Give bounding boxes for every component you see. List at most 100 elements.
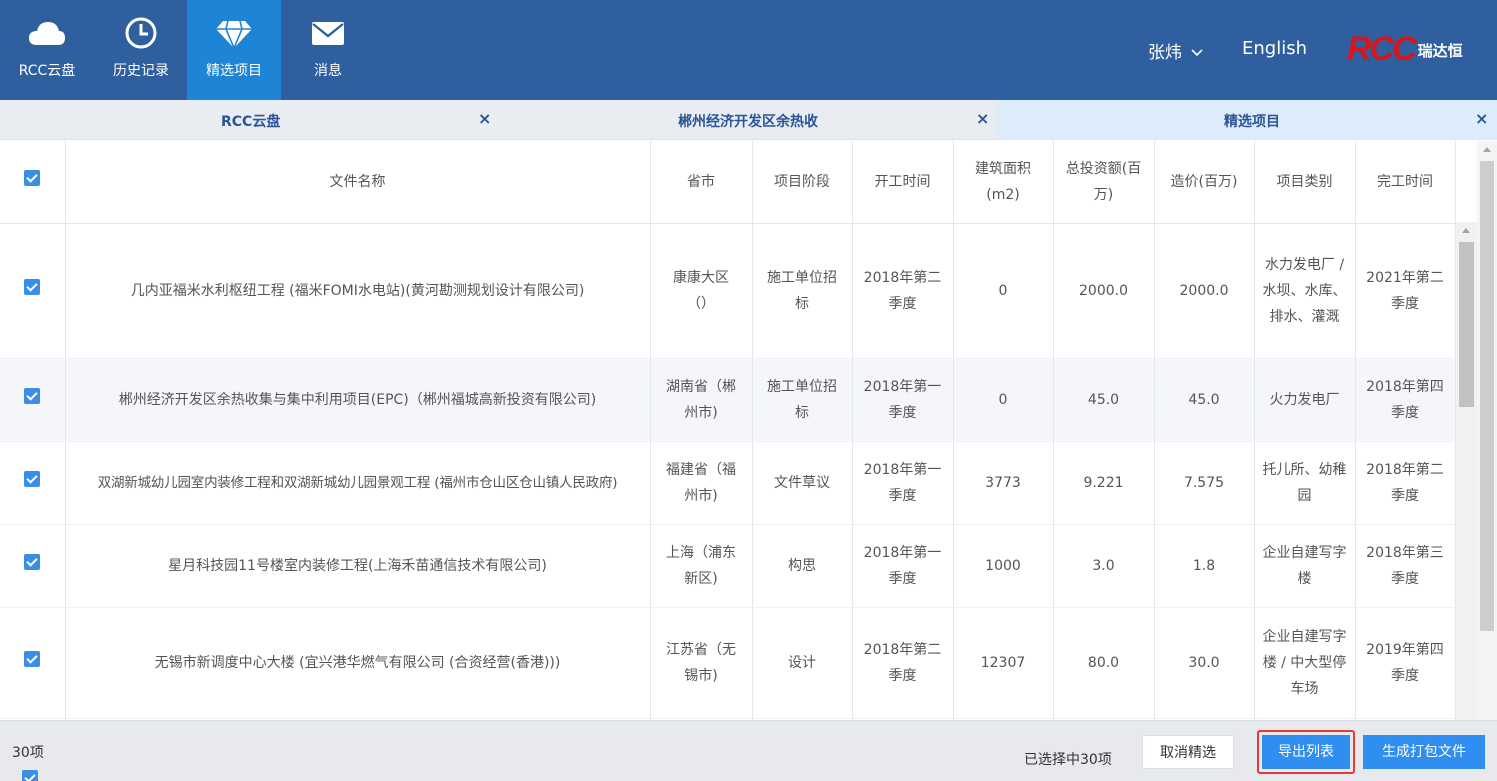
column-header[interactable]: 建筑面积(m2)	[953, 141, 1054, 224]
stage-cell: 设计	[752, 607, 853, 719]
stage-cell: 施工单位招标	[752, 223, 853, 359]
footer-select-all-checkbox[interactable]	[22, 770, 38, 781]
generate-package-button[interactable]: 生成打包文件	[1363, 735, 1485, 769]
cost-cell: 45.0	[1154, 358, 1255, 442]
file-name-cell[interactable]: 几内亚福米水利枢纽工程 (福米FOMI水电站)(黄河勘测规划设计有限公司)	[65, 223, 651, 359]
start-cell: 2018年第一季度	[852, 358, 954, 442]
table-row[interactable]: 双湖新城幼儿园室内装修工程和双湖新城幼儿园景观工程 (福州市仓山区仓山镇人民政府…	[0, 441, 1456, 525]
nav-item-featured[interactable]: 精选项目	[187, 0, 281, 100]
selected-count: 已选择中30项	[1024, 752, 1112, 768]
file-name-cell[interactable]: 双湖新城幼儿园室内装修工程和双湖新城幼儿园景观工程 (福州市仓山区仓山镇人民政府…	[65, 441, 651, 525]
column-header[interactable]: 总投资额(百万)	[1053, 141, 1155, 224]
stage-cell: 施工单位招标	[752, 358, 853, 442]
row-select-cell	[0, 358, 66, 442]
cost-cell: 30.0	[1154, 607, 1255, 719]
row-checkbox[interactable]	[24, 650, 41, 667]
rcc-logo: RCC 瑞达恒	[1347, 30, 1463, 70]
select-all-checkbox[interactable]	[24, 169, 41, 186]
row-checkbox[interactable]	[24, 470, 41, 487]
close-icon[interactable]: ×	[1475, 109, 1488, 128]
column-header[interactable]: 省市	[650, 141, 753, 224]
page-scrollbar[interactable]	[1477, 141, 1497, 720]
table-row[interactable]: 几内亚福米水利枢纽工程 (福米FOMI水电站)(黄河勘测规划设计有限公司) 康康…	[0, 223, 1456, 359]
tab-rcc-cloud[interactable]: RCC云盘 ×	[0, 100, 498, 140]
province-cell: 福建省（福州市)	[650, 441, 753, 525]
table-scrollbar[interactable]	[1456, 222, 1477, 720]
start-cell: 2018年第二季度	[852, 223, 954, 359]
tab-chenzhou[interactable]: 郴州经济开发区余热收 ×	[498, 100, 997, 140]
category-cell: 水力发电厂 / 水坝、水库、排水、灌溉	[1254, 223, 1356, 359]
close-icon[interactable]: ×	[976, 109, 989, 128]
start-cell: 2018年第一季度	[852, 524, 954, 608]
start-cell: 2018年第二季度	[852, 607, 954, 719]
export-list-button[interactable]: 导出列表	[1262, 735, 1350, 769]
mail-icon	[312, 22, 344, 45]
cloud-icon	[29, 22, 65, 45]
language-switch[interactable]: English	[1242, 38, 1307, 59]
tab-label: RCC云盘	[221, 114, 281, 130]
cancel-featured-button[interactable]: 取消精选	[1142, 735, 1234, 769]
area-cell: 0	[953, 223, 1054, 359]
tab-featured[interactable]: 精选项目 ×	[997, 100, 1497, 140]
nav-label: 精选项目	[206, 63, 262, 79]
scroll-up-icon[interactable]	[1462, 228, 1470, 233]
project-table: 文件名称 省市 项目阶段 开工时间 建筑面积(m2) 总投资额(百万) 造价(百…	[0, 141, 1457, 720]
nav-item-messages[interactable]: 消息	[281, 0, 375, 100]
select-all-cell	[0, 141, 66, 224]
nav-label: 消息	[314, 63, 342, 79]
scrollbar-thumb[interactable]	[1459, 242, 1474, 407]
province-cell: 上海（浦东新区)	[650, 524, 753, 608]
nav-item-history[interactable]: 历史记录	[94, 0, 188, 100]
row-checkbox[interactable]	[24, 278, 41, 295]
province-cell: 江苏省（无锡市)	[650, 607, 753, 719]
column-header[interactable]: 文件名称	[65, 141, 651, 224]
area-cell: 3773	[953, 441, 1054, 525]
investment-cell: 2000.0	[1053, 223, 1155, 359]
scrollbar-thumb[interactable]	[1480, 161, 1494, 631]
finish-cell: 2018年第二季度	[1355, 441, 1456, 525]
investment-cell: 45.0	[1053, 358, 1155, 442]
table-row[interactable]: 星月科技园11号楼室内装修工程(上海禾苗通信技术有限公司) 上海（浦东新区) 构…	[0, 524, 1456, 608]
column-header[interactable]: 造价(百万)	[1154, 141, 1255, 224]
nav-label: RCC云盘	[18, 63, 76, 79]
start-cell: 2018年第一季度	[852, 441, 954, 525]
file-name-cell[interactable]: 无锡市新调度中心大楼 (宜兴港华燃气有限公司 (合资经营(香港)))	[65, 607, 651, 719]
scroll-up-icon[interactable]	[1483, 147, 1491, 152]
stage-cell: 文件草议	[752, 441, 853, 525]
user-menu[interactable]: 张炜	[1148, 38, 1203, 63]
category-cell: 托儿所、幼稚园	[1254, 441, 1356, 525]
close-icon[interactable]: ×	[478, 109, 491, 128]
file-name-cell[interactable]: 郴州经济开发区余热收集与集中利用项目(EPC)（郴州福城高新投资有限公司)	[65, 358, 651, 442]
cost-cell: 7.575	[1154, 441, 1255, 525]
nav-label: 历史记录	[113, 63, 169, 79]
column-header[interactable]: 完工时间	[1355, 141, 1456, 224]
logo-text: 瑞达恒	[1417, 42, 1463, 60]
footer-bar: 30项 已选择中30项 取消精选 导出列表 生成打包文件	[0, 720, 1497, 781]
tab-label: 郴州经济开发区余热收	[678, 114, 818, 130]
investment-cell: 9.221	[1053, 441, 1155, 525]
nav-item-cloud[interactable]: RCC云盘	[0, 0, 94, 100]
finish-cell: 2018年第四季度	[1355, 358, 1456, 442]
finish-cell: 2019年第四季度	[1355, 607, 1456, 719]
row-checkbox[interactable]	[24, 387, 41, 404]
cost-cell: 1.8	[1154, 524, 1255, 608]
table-row[interactable]: 郴州经济开发区余热收集与集中利用项目(EPC)（郴州福城高新投资有限公司) 湖南…	[0, 358, 1456, 442]
chevron-down-icon	[1191, 49, 1203, 57]
column-header[interactable]: 项目类别	[1254, 141, 1356, 224]
clock-icon	[125, 17, 157, 49]
row-select-cell	[0, 441, 66, 525]
column-header[interactable]: 开工时间	[852, 141, 954, 224]
table-row[interactable]: 无锡市新调度中心大楼 (宜兴港华燃气有限公司 (合资经营(香港))) 江苏省（无…	[0, 607, 1456, 719]
tab-label: 精选项目	[1224, 114, 1280, 130]
row-checkbox[interactable]	[24, 553, 41, 570]
stage-cell: 构思	[752, 524, 853, 608]
investment-cell: 80.0	[1053, 607, 1155, 719]
area-cell: 0	[953, 358, 1054, 442]
row-select-cell	[0, 524, 66, 608]
row-select-cell	[0, 607, 66, 719]
category-cell: 企业自建写字楼	[1254, 524, 1356, 608]
file-name-cell[interactable]: 星月科技园11号楼室内装修工程(上海禾苗通信技术有限公司)	[65, 524, 651, 608]
column-header[interactable]: 项目阶段	[752, 141, 853, 224]
table-header: 文件名称 省市 项目阶段 开工时间 建筑面积(m2) 总投资额(百万) 造价(百…	[0, 141, 1456, 224]
area-cell: 1000	[953, 524, 1054, 608]
